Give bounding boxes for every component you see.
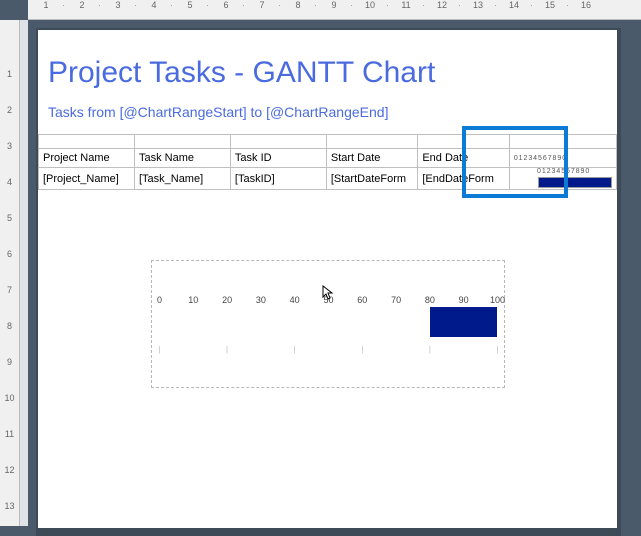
ruler-horizontal: 12345678910111213141516 <box>28 0 641 20</box>
gantt-chart-region[interactable]: 0102030405060708090100 |||||| <box>151 260 505 388</box>
cell-chart[interactable]: 0 1 2 3 4 5 6 7 8 9 0 <box>509 168 616 190</box>
col-taskid[interactable]: Task ID <box>230 149 326 168</box>
cell-start[interactable]: [StartDateForm <box>326 168 417 190</box>
tablix[interactable]: ≡ Project Name Task Name Task ID Start D… <box>38 134 617 190</box>
design-surface[interactable]: Project Tasks - GANTT Chart Tasks from [… <box>38 30 617 528</box>
page-title[interactable]: Project Tasks - GANTT Chart <box>48 56 607 90</box>
cell-end[interactable]: [EndDateForm <box>418 168 509 190</box>
tablix-header-row[interactable]: Project Name Task Name Task ID Start Dat… <box>39 149 617 168</box>
col-task[interactable]: Task Name <box>134 149 230 168</box>
mini-gantt-bar <box>538 177 612 188</box>
col-chart-axis[interactable]: 0 1 2 3 4 5 6 7 8 9 0 <box>509 149 616 168</box>
ruler-vertical: 12345678910111213 <box>0 20 20 526</box>
tablix-header-blank[interactable] <box>39 135 617 149</box>
cell-project[interactable]: [Project_Name] <box>39 168 135 190</box>
mini-axis-label: 0 1 2 3 4 5 6 7 8 9 0 <box>510 168 616 176</box>
cell-task[interactable]: [Task_Name] <box>134 168 230 190</box>
col-end[interactable]: End Date <box>418 149 509 168</box>
col-start[interactable]: Start Date <box>326 149 417 168</box>
gutter <box>20 20 28 526</box>
cell-taskid[interactable]: [TaskID] <box>230 168 326 190</box>
page-subtitle[interactable]: Tasks from [@ChartRangeStart] to [@Chart… <box>48 104 607 120</box>
tablix-grid[interactable]: Project Name Task Name Task ID Start Dat… <box>38 134 617 190</box>
tablix-data-row[interactable]: [Project_Name] [Task_Name] [TaskID] [Sta… <box>39 168 617 190</box>
gantt-bar[interactable] <box>430 307 498 337</box>
col-project[interactable]: Project Name <box>39 149 135 168</box>
